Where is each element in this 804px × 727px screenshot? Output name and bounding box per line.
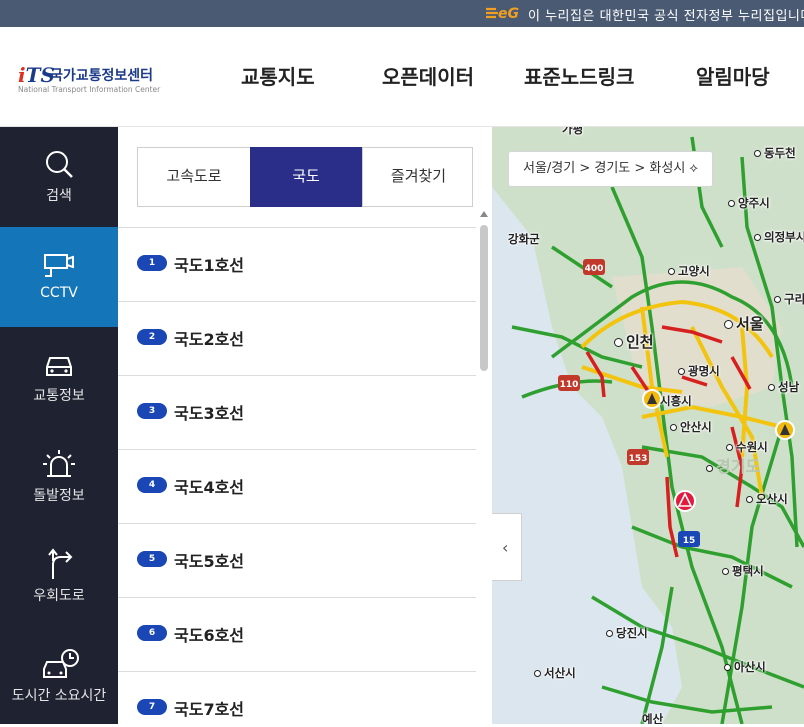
route-name: 국도6호선 [174,626,245,645]
map-label: 광명시 [678,363,720,379]
route-number-badge: 2 [137,329,167,345]
route-shield-400-label: 400 [585,264,604,274]
map-region-label: 경기도 [706,453,760,477]
route-name: 국도1호선 [174,256,245,275]
map-label: 오산시 [746,491,788,507]
route-name: 국도7호선 [174,700,245,719]
route-name: 국도2호선 [174,330,245,349]
route-number-badge: 5 [137,551,167,567]
alert-light-icon [43,450,75,477]
sidebar-item-incident[interactable]: 돌발정보 [0,427,118,527]
sidebar-item-label: 돌발정보 [33,488,85,504]
sidebar-item-label: 우회도로 [33,588,85,604]
travel-time-icon [43,649,79,678]
sidebar-item-label: 검색 [46,188,72,204]
route-item-2[interactable]: 2 국도2호선 [118,301,476,375]
route-list: 1 국도1호선 2 국도2호선 3 국도3호선 4 국도4호선 5 국도5호선 … [118,227,476,724]
map-label: 의정부시 [754,229,804,245]
map-label: 가평 [562,127,584,136]
route-item-1[interactable]: 1 국도1호선 [118,227,476,301]
route-panel: 고속도로 국도 즐겨찾기 1 국도1호선 2 국도2호선 3 국도3호선 4 국… [118,127,492,724]
nav-standard-node-link[interactable]: 표준노드링크 [524,61,634,90]
traffic-map[interactable]: 400 110 153 15 가평 동두천 양주시 의정부시 강화군 고양시 구… [492,127,804,724]
map-roads: 400 110 153 15 [492,136,804,724]
nav-traffic-map[interactable]: 교통지도 [241,61,315,90]
sidebar-item-label: 교통정보 [33,388,85,404]
logo-subtitle: National Transport Information Center [18,85,161,94]
route-number-badge: 7 [137,699,167,715]
scrollbar-thumb[interactable] [480,225,488,371]
scroll-up-arrow-icon[interactable] [480,211,488,217]
panel-collapse-button[interactable]: ‹ [492,513,522,581]
detour-icon [48,548,73,579]
cctv-icon [44,254,74,277]
svg-text:eG: eG [498,6,519,22]
map-label: 인천 [614,331,654,352]
map-label: 성남 [768,379,799,395]
map-label: 서울 [724,313,764,334]
route-list-scrollbar[interactable] [478,211,490,724]
map-label: 평택시 [722,563,764,579]
route-item-3[interactable]: 3 국도3호선 [118,375,476,449]
sidebar-item-label: CCTV [40,285,78,301]
map-label: 양주시 [728,195,770,211]
region-breadcrumb[interactable]: 서울/경기 > 경기도 > 화성시 ⟡ [508,151,714,187]
sidebar-item-travel-time[interactable]: 도시간 소요시간 [0,627,118,727]
sidebar: 검색 CCTV 교통정보 돌발정보 우회도로 도시간 소요시간 [0,127,118,724]
tab-national-road[interactable]: 국도 [250,147,362,207]
route-item-7[interactable]: 7 국도7호선 [118,671,476,724]
map-label: 고양시 [668,263,710,279]
map-label: 안산시 [670,419,712,435]
sidebar-item-traffic[interactable]: 교통정보 [0,327,118,427]
route-item-5[interactable]: 5 국도5호선 [118,523,476,597]
sidebar-item-cctv[interactable]: CCTV [0,227,118,327]
road-type-tabs: 고속도로 국도 즐겨찾기 [137,147,473,207]
route-name: 국도3호선 [174,404,245,423]
route-name: 국도5호선 [174,552,245,571]
route-number-badge: 1 [137,255,167,271]
search-icon [46,151,73,178]
route-name: 국도4호선 [174,478,245,497]
route-item-4[interactable]: 4 국도4호선 [118,449,476,523]
map-label: 동두천 [754,145,796,161]
route-shield-110-label: 110 [560,380,579,390]
map-label: 시흥시 [660,394,692,408]
map-label: 당진시 [606,625,648,641]
gov-banner-text: 이 누리집은 대한민국 공식 전자정부 누리집입니다 [528,9,804,24]
map-label: 서산시 [534,665,576,681]
route-shield-153-label: 153 [629,454,648,464]
route-number-badge: 4 [137,477,167,493]
sidebar-item-search[interactable]: 검색 [0,127,118,227]
site-logo[interactable]: iTS 국가교통정보센터 National Transport Informat… [18,63,168,97]
chevron-left-icon: ‹ [502,538,509,557]
nav-open-data[interactable]: 오픈데이터 [382,61,474,90]
sidebar-item-label: 도시간 소요시간 [11,688,107,704]
logo-title: 국가교통정보센터 [50,68,154,84]
tab-favorites[interactable]: 즐겨찾기 [362,147,474,207]
route-item-6[interactable]: 6 국도6호선 [118,597,476,671]
map-label: 예산 [642,712,664,724]
map-label: 아산시 [724,659,766,675]
car-icon [46,357,72,376]
route-shield-15-label: 15 [683,536,696,546]
site-header: iTS 국가교통정보센터 National Transport Informat… [0,27,804,127]
eg-logo-icon: eG [486,6,519,22]
gov-banner: eG 이 누리집은 대한민국 공식 전자정부 누리집입니다 [0,0,804,27]
route-number-badge: 3 [137,403,167,419]
tab-expressway[interactable]: 고속도로 [138,147,250,207]
route-number-badge: 6 [137,625,167,641]
sidebar-item-detour[interactable]: 우회도로 [0,527,118,627]
nav-notice[interactable]: 알림마당 [696,61,770,90]
map-label: 구리 [774,291,804,307]
map-label: 강화군 [508,232,540,246]
